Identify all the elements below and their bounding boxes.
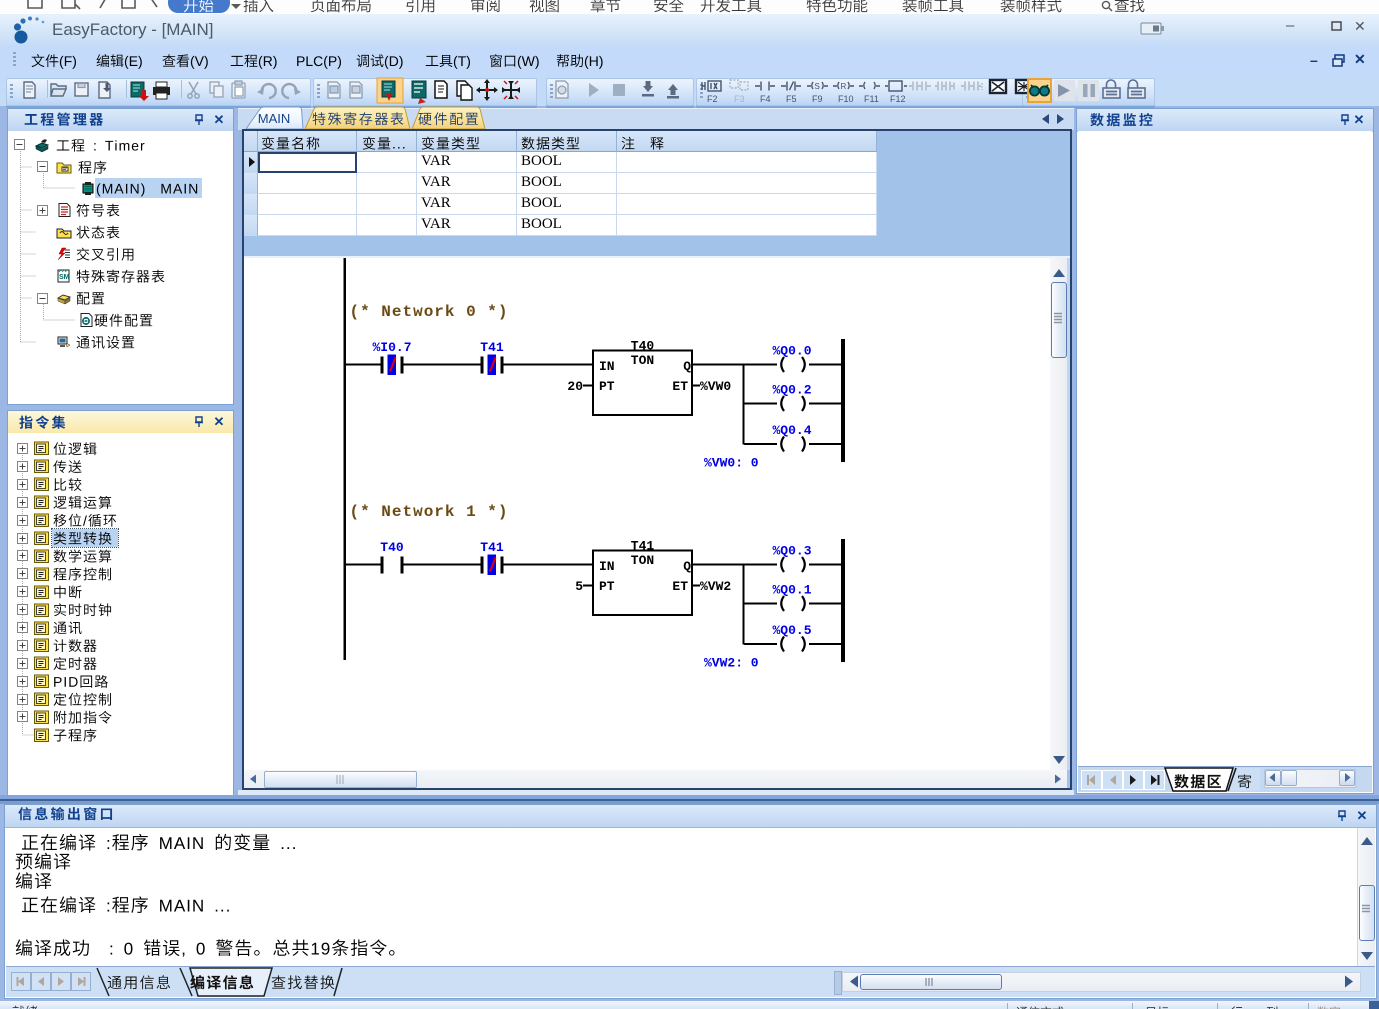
svg-text:5: 5 [575, 579, 583, 594]
svg-text:%Q0.0: %Q0.0 [772, 344, 811, 359]
svg-text:%Q0.5: %Q0.5 [772, 623, 811, 638]
svg-text:(* Network 1 *): (* Network 1 *) [350, 503, 508, 521]
svg-text:F3: F3 [734, 94, 745, 104]
svg-text:ET: ET [672, 379, 688, 394]
svg-text:F5: F5 [786, 94, 797, 104]
svg-text:IN: IN [599, 559, 615, 574]
svg-text:20: 20 [567, 379, 583, 394]
svg-text:SM: SM [59, 274, 70, 281]
svg-text:%VW0: 0: %VW0: 0 [704, 456, 759, 471]
svg-text:%Q0.4: %Q0.4 [772, 423, 811, 438]
svg-text:R: R [841, 82, 847, 91]
svg-text:T41: T41 [480, 540, 504, 555]
svg-text:TON: TON [631, 353, 654, 368]
svg-text:%Q0.2: %Q0.2 [772, 383, 811, 398]
svg-text:TON: TON [631, 553, 654, 568]
svg-text:PT: PT [599, 379, 615, 394]
svg-text:F12: F12 [890, 94, 906, 104]
svg-text:T41: T41 [631, 539, 655, 554]
svg-text:S: S [815, 82, 820, 91]
svg-text:%Q0.1: %Q0.1 [772, 583, 811, 598]
svg-text:F10: F10 [838, 94, 854, 104]
svg-text:PT: PT [599, 579, 615, 594]
svg-text:%Q0.3: %Q0.3 [772, 544, 811, 559]
svg-text:ET: ET [672, 579, 688, 594]
svg-text:F2: F2 [707, 94, 718, 104]
svg-text:IN: IN [599, 359, 615, 374]
svg-text:T40: T40 [631, 339, 655, 354]
svg-text:MAIN: MAIN [258, 111, 291, 126]
svg-text:%I0.7: %I0.7 [372, 340, 411, 355]
svg-text:T41: T41 [480, 340, 504, 355]
svg-text:F4: F4 [760, 94, 771, 104]
svg-text:%VW0: %VW0 [700, 379, 731, 394]
svg-text:%VW2: %VW2 [700, 579, 731, 594]
svg-text:Q: Q [683, 359, 691, 374]
svg-text:F11: F11 [864, 94, 879, 104]
svg-text:T40: T40 [380, 540, 404, 555]
svg-text:(* Network 0 *): (* Network 0 *) [350, 303, 508, 321]
svg-text:F9: F9 [812, 94, 823, 104]
svg-text:Q: Q [683, 559, 691, 574]
svg-text:%VW2: 0: %VW2: 0 [704, 656, 759, 671]
